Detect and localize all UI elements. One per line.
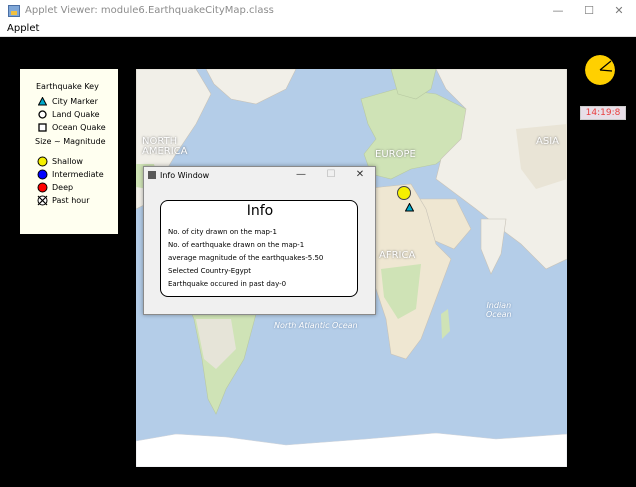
ocean-quake-key-icon [38,123,47,132]
past-hour-key-icon [37,195,48,206]
intermediate-key-icon [37,169,48,180]
info-line-earthquakes: No. of earthquake drawn on the map-1 [168,241,305,249]
close-button[interactable]: ✕ [604,3,634,19]
north-atlantic-label: North Atlantic Ocean [274,321,358,330]
deep-key-icon [37,182,48,193]
info-line-cities: No. of city drawn on the map-1 [168,228,277,236]
north-america-label: NORTH AMERICA [142,136,188,157]
info-heading: Info [246,203,274,219]
info-close-button[interactable]: ✕ [349,169,371,181]
key-land-label: Land Quake [52,110,100,119]
land-quake-key-icon [38,110,47,119]
info-window-title: Info Window [160,171,210,180]
clock-icon [585,55,615,85]
key-city-label: City Marker [52,97,98,106]
maximize-button[interactable]: ☐ [574,3,604,19]
indian-ocean-label: Indian Ocean [486,301,512,319]
java-app-icon [8,5,20,17]
africa-label: AFRICA [379,250,416,261]
info-minimize-button[interactable]: — [290,169,312,181]
city-marker-icon[interactable] [405,203,414,212]
earthquake-key: Earthquake Key City Marker Land Quake Oc… [20,69,118,234]
menu-bar: Applet [0,22,636,37]
city-marker-key-icon [38,97,47,106]
info-maximize-button[interactable]: ☐ [320,169,342,181]
key-title: Earthquake Key [36,82,99,91]
info-line-average-magnitude: average magnitude of the earthquakes-5.5… [168,254,324,262]
europe-label: EUROPE [375,149,416,160]
asia-label: ASIA [536,136,559,147]
shallow-key-icon [37,156,48,167]
minimize-button[interactable]: — [543,3,573,19]
applet-canvas: Earthquake Key City Marker Land Quake Oc… [0,37,636,487]
window-title-bar[interactable]: Applet Viewer: module6.EarthquakeCityMap… [0,0,636,22]
key-deep-label: Deep [52,183,74,192]
key-shallow-label: Shallow [52,157,83,166]
key-past-hour-label: Past hour [52,196,90,205]
applet-menu[interactable]: Applet [7,23,39,34]
info-panel: Info No. of city drawn on the map-1 No. … [160,200,358,297]
window-title: Applet Viewer: module6.EarthquakeCityMap… [25,5,274,16]
info-line-selected-country: Selected Country-Egypt [168,267,251,275]
info-line-past-day: Earthquake occured in past day-0 [168,280,287,288]
key-intermediate-label: Intermediate [52,170,104,179]
earthquake-marker[interactable] [397,186,411,200]
info-window[interactable]: Info Window — ☐ ✕ Info No. of city drawn… [143,166,376,315]
info-window-icon [148,171,156,179]
key-size-title: Size ~ Magnitude [35,137,106,146]
time-display: 14:19:8 [580,106,626,120]
key-ocean-label: Ocean Quake [52,123,106,132]
